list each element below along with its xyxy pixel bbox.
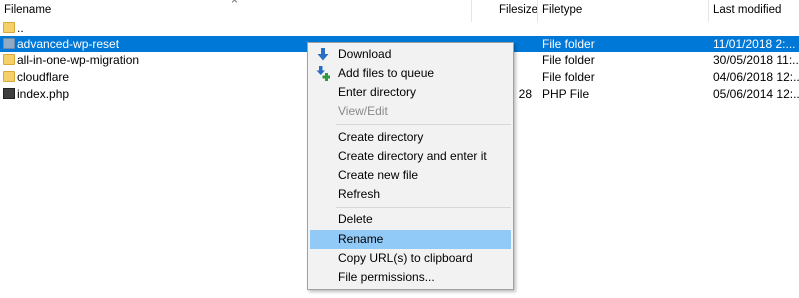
file-modified: 11/01/2018 2:... xyxy=(713,37,796,51)
file-type: File folder xyxy=(542,53,595,67)
column-filetype[interactable]: Filetype xyxy=(542,3,582,17)
close-icon[interactable]: × xyxy=(231,0,238,6)
file-row-parent[interactable]: .. xyxy=(0,20,799,36)
menu-item-add-files-to-queue[interactable]: Add files to queue xyxy=(310,64,511,83)
folder-icon xyxy=(3,38,15,49)
menu-item-delete[interactable]: Delete xyxy=(310,210,511,229)
context-menu: Download Add files to queue Enter direct… xyxy=(307,42,514,290)
php-file-icon xyxy=(3,88,15,99)
folder-icon xyxy=(3,22,15,33)
file-type: File folder xyxy=(542,37,595,51)
add-to-queue-icon xyxy=(316,66,330,81)
menu-separator xyxy=(336,124,511,125)
menu-item-create-directory[interactable]: Create directory xyxy=(310,128,511,147)
menu-item-rename[interactable]: Rename xyxy=(310,230,511,249)
file-modified: 05/06/2014 12:... xyxy=(713,87,799,101)
menu-item-file-permissions[interactable]: File permissions... xyxy=(310,268,511,287)
menu-item-copy-url[interactable]: Copy URL(s) to clipboard xyxy=(310,249,511,268)
menu-item-create-directory-and-enter[interactable]: Create directory and enter it xyxy=(310,147,511,166)
menu-item-enter-directory[interactable]: Enter directory xyxy=(310,83,511,102)
folder-icon xyxy=(3,54,15,65)
download-icon xyxy=(317,48,329,61)
menu-item-view-edit[interactable]: View/Edit xyxy=(310,102,511,121)
menu-item-download[interactable]: Download xyxy=(310,45,511,64)
menu-separator xyxy=(336,207,511,208)
menu-item-refresh[interactable]: Refresh xyxy=(310,185,511,204)
file-size: 28 xyxy=(518,87,532,101)
file-name: .. xyxy=(17,21,24,35)
folder-icon xyxy=(3,71,15,82)
column-filename[interactable]: Filename xyxy=(4,3,51,17)
column-filesize[interactable]: Filesize xyxy=(499,3,538,17)
file-modified: 04/06/2018 12:... xyxy=(713,70,799,84)
file-list-header: Filename × Filesize Filetype Last modifi… xyxy=(0,0,799,22)
file-type: File folder xyxy=(542,70,595,84)
file-name: cloudflare xyxy=(17,70,70,84)
file-name: advanced-wp-reset xyxy=(17,37,120,51)
menu-item-create-new-file[interactable]: Create new file xyxy=(310,166,511,185)
file-name: all-in-one-wp-migration xyxy=(17,53,140,67)
column-divider[interactable] xyxy=(537,0,538,22)
file-name: index.php xyxy=(17,87,70,101)
column-last-modified[interactable]: Last modified xyxy=(713,3,781,17)
file-type: PHP File xyxy=(542,87,590,101)
column-divider[interactable] xyxy=(708,0,709,22)
file-modified: 30/05/2018 11:... xyxy=(713,53,799,67)
column-divider[interactable] xyxy=(471,0,472,22)
